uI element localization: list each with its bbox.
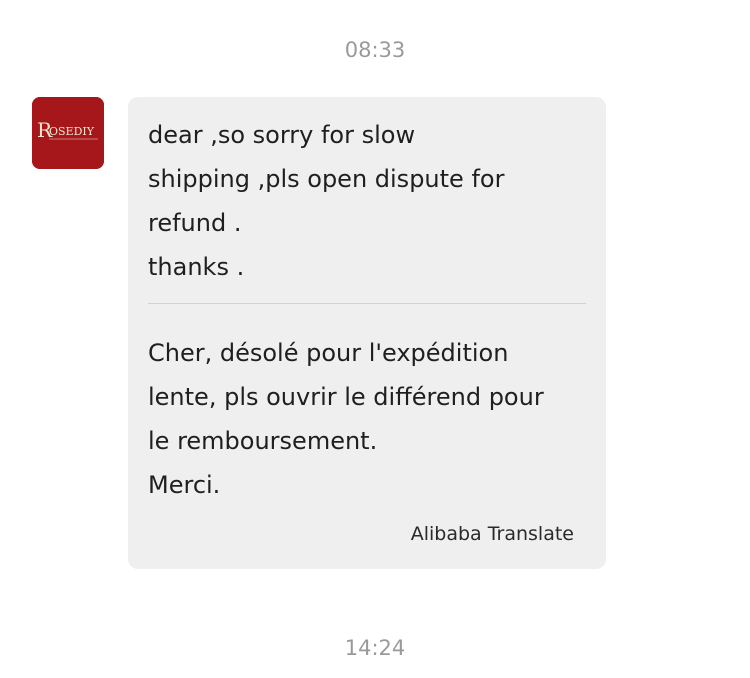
rosediy-logo-icon: R OSEDIY: [32, 97, 104, 169]
translation-provider-label: Alibaba Translate: [410, 523, 574, 545]
message-line: lente, pls ouvrir le différend pour: [148, 383, 544, 411]
message-line: Merci.: [148, 471, 221, 499]
message-timestamp: 08:33: [344, 38, 406, 62]
message-bubble[interactable]: dear ,so sorry for slow shipping ,pls op…: [128, 97, 606, 569]
message-line: le remboursement.: [148, 427, 378, 455]
message-line: shipping ,pls open dispute for: [148, 165, 505, 193]
message-line: thanks .: [148, 253, 245, 281]
message-line: Cher, désolé pour l'expédition: [148, 339, 509, 367]
sender-avatar[interactable]: R OSEDIY: [32, 97, 104, 169]
translation-divider: [148, 303, 586, 304]
original-message-text: dear ,so sorry for slow shipping ,pls op…: [148, 113, 588, 289]
message-line: refund .: [148, 209, 242, 237]
message-timestamp: 14:24: [344, 636, 406, 660]
translated-message-text: Cher, désolé pour l'expédition lente, pl…: [148, 331, 588, 507]
message-line: dear ,so sorry for slow: [148, 121, 416, 149]
svg-text:OSEDIY: OSEDIY: [49, 125, 95, 138]
